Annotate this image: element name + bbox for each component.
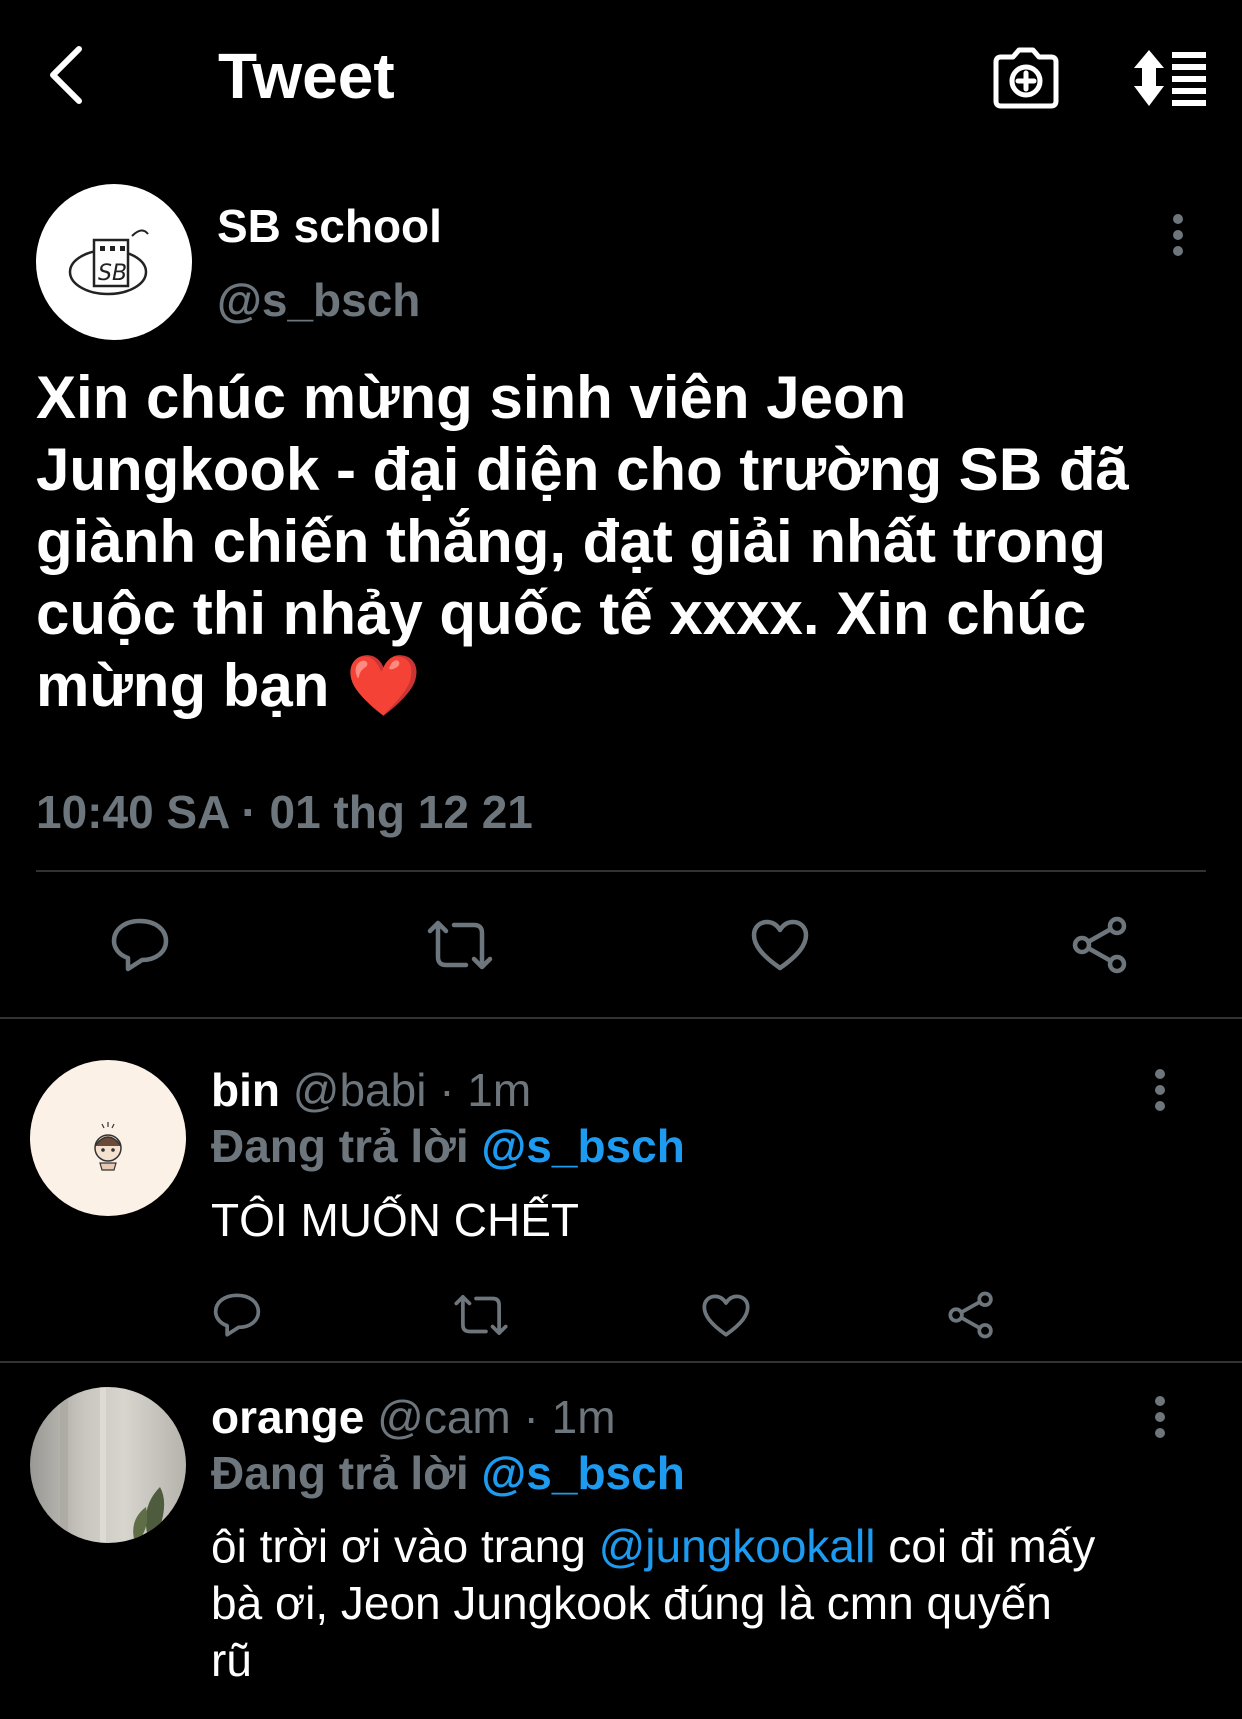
replying-to-prefix: Đang trả lời bbox=[211, 1120, 469, 1172]
author-avatar[interactable]: SB bbox=[36, 184, 192, 340]
reply-text: TÔI MUỐN CHẾT bbox=[211, 1194, 579, 1246]
back-button[interactable] bbox=[30, 35, 100, 115]
replying-to: Đang trả lời @s_bsch bbox=[211, 1118, 685, 1174]
tweet-text-line: cuộc thi nhảy quốc tế xxxx. Xin chúc bbox=[36, 580, 1087, 647]
heart-icon bbox=[751, 919, 809, 971]
reply-avatar[interactable] bbox=[30, 1387, 186, 1543]
reply-text-line: rũ bbox=[211, 1634, 252, 1686]
divider bbox=[0, 1361, 1242, 1363]
like-button[interactable] bbox=[695, 1284, 757, 1346]
replying-to-prefix: Đang trả lời bbox=[211, 1447, 469, 1499]
more-vertical-icon bbox=[1155, 1069, 1165, 1111]
svg-text:SB: SB bbox=[98, 261, 127, 286]
reply-author-name[interactable]: bin bbox=[211, 1064, 280, 1116]
reply-text-segment: coi đi mấy bbox=[888, 1520, 1096, 1572]
reply-text-line: ôi trời ơi vào trang @jungkookall coi đi… bbox=[211, 1518, 1221, 1575]
sort-button[interactable] bbox=[1128, 40, 1212, 116]
divider bbox=[0, 1017, 1242, 1019]
replying-to-link[interactable]: @s_bsch bbox=[481, 1120, 684, 1172]
reply-more-button[interactable] bbox=[1130, 1382, 1190, 1452]
reply-text-segment: ôi trời ơi vào trang bbox=[211, 1520, 586, 1572]
author-handle[interactable]: @s_bsch bbox=[217, 272, 420, 328]
chevron-left-icon bbox=[50, 46, 82, 104]
heart-icon bbox=[702, 1293, 750, 1337]
reply-button[interactable] bbox=[100, 905, 180, 985]
reply-header: orange @cam · 1m bbox=[211, 1389, 616, 1445]
reply-icon bbox=[111, 918, 169, 972]
tweet-timestamp: 10:40 SA · 01 thg 12 21 bbox=[36, 786, 533, 838]
camera-button[interactable] bbox=[988, 40, 1064, 116]
reply-more-button[interactable] bbox=[1130, 1055, 1190, 1125]
author-name[interactable]: SB school bbox=[217, 198, 442, 254]
reply-author-meta: @cam · 1m bbox=[377, 1391, 616, 1443]
page-title: Tweet bbox=[218, 40, 395, 112]
reply-avatar[interactable] bbox=[30, 1060, 186, 1216]
reply-author-meta: @babi · 1m bbox=[292, 1064, 532, 1116]
reply-text-line: bà ơi, Jeon Jungkook đúng là cmn quyến bbox=[211, 1577, 1052, 1629]
tweet-text-line: Jungkook - đại diện cho trường SB đã bbox=[36, 436, 1129, 503]
share-icon bbox=[1072, 916, 1127, 974]
sb-logo-icon: SB bbox=[68, 229, 149, 296]
cartoon-face-icon bbox=[94, 1122, 122, 1171]
like-button[interactable] bbox=[740, 905, 820, 985]
tweet-text-line: Xin chúc mừng sinh viên Jeon bbox=[36, 364, 907, 431]
retweet-icon bbox=[427, 920, 493, 970]
reply-text: ôi trời ơi vào trang @jungkookall coi đi… bbox=[211, 1518, 1221, 1689]
camera-plus-icon bbox=[993, 47, 1059, 109]
tweet-text: Xin chúc mừng sinh viên Jeon Jungkook - … bbox=[36, 362, 1216, 722]
retweet-button[interactable] bbox=[450, 1284, 512, 1346]
mention-link[interactable]: @jungkookall bbox=[599, 1520, 876, 1572]
reply-icon bbox=[213, 1293, 261, 1337]
share-button[interactable] bbox=[1060, 905, 1140, 985]
retweet-button[interactable] bbox=[420, 905, 500, 985]
reply-header: bin @babi · 1m bbox=[211, 1062, 531, 1118]
reply-button[interactable] bbox=[206, 1284, 268, 1346]
more-vertical-icon bbox=[1173, 214, 1183, 256]
replying-to-link[interactable]: @s_bsch bbox=[481, 1447, 684, 1499]
sort-list-icon bbox=[1134, 50, 1206, 106]
share-icon bbox=[948, 1291, 993, 1339]
tweet-text-line: mừng bạn ❤️ bbox=[36, 652, 421, 719]
replying-to: Đang trả lời @s_bsch bbox=[211, 1445, 685, 1501]
retweet-icon bbox=[454, 1295, 508, 1335]
plant-photo-icon bbox=[60, 1387, 165, 1543]
divider bbox=[36, 870, 1206, 872]
tweet-text-line: giành chiến thắng, đạt giải nhất trong bbox=[36, 508, 1106, 575]
more-options-button[interactable] bbox=[1148, 200, 1208, 270]
more-vertical-icon bbox=[1155, 1396, 1165, 1438]
reply-author-name[interactable]: orange bbox=[211, 1391, 364, 1443]
share-button[interactable] bbox=[940, 1284, 1002, 1346]
